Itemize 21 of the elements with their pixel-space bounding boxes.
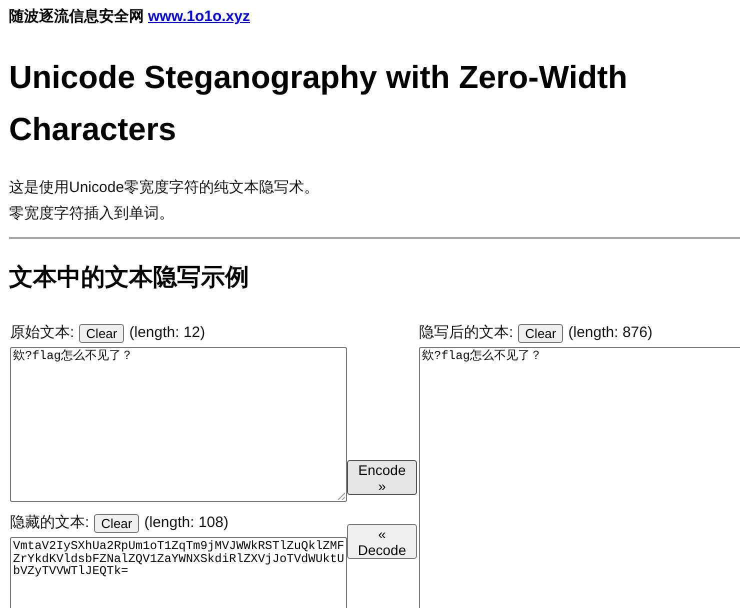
text-area[interactable]: 欸?flag怎么不见了？ (10, 347, 347, 502)
length-counter: (length: 12) (129, 323, 206, 343)
length-counter: (length: 876) (568, 323, 652, 343)
length-counter: (length: 108) (144, 513, 228, 533)
intro-text: 这是使用Unicode零宽度字符的纯文本隐写术。 (9, 178, 320, 198)
site-name: 随波逐流信息安全网 (9, 7, 144, 27)
resize-handle-icon[interactable] (337, 492, 345, 500)
site-link[interactable]: www.1o1o.xyz (148, 6, 250, 28)
field-label: 隐写后的文本: (419, 323, 514, 343)
page-title: Unicode Steganography with Zero-Width Characters (9, 58, 628, 149)
decode-button[interactable]: « Decode (347, 524, 417, 559)
clear-button[interactable]: Clear (94, 514, 140, 532)
intro-text: 零宽度字符插入到单词。 (9, 204, 174, 224)
section-heading: 文本中的文本隐写示例 (9, 263, 249, 293)
text-area[interactable]: 欸?flag怎么不见了？ (419, 347, 740, 608)
field-label: 原始文本: (10, 323, 74, 343)
field-label: 隐藏的文本: (10, 513, 90, 533)
text-area[interactable]: VmtaV2IySXhUa2RpUm1oT1ZqTm9jMVJWWkRSTlZuQklZMFZrYkdKVldsbFZNalZQV1ZaYWNXSkdiRlZXVjJoTVdWUktUbVZyTVVWTlJEQTk= (10, 537, 347, 608)
clear-button[interactable]: Clear (518, 324, 564, 342)
encode-button[interactable]: Encode » (347, 460, 417, 495)
clear-button[interactable]: Clear (79, 324, 124, 342)
